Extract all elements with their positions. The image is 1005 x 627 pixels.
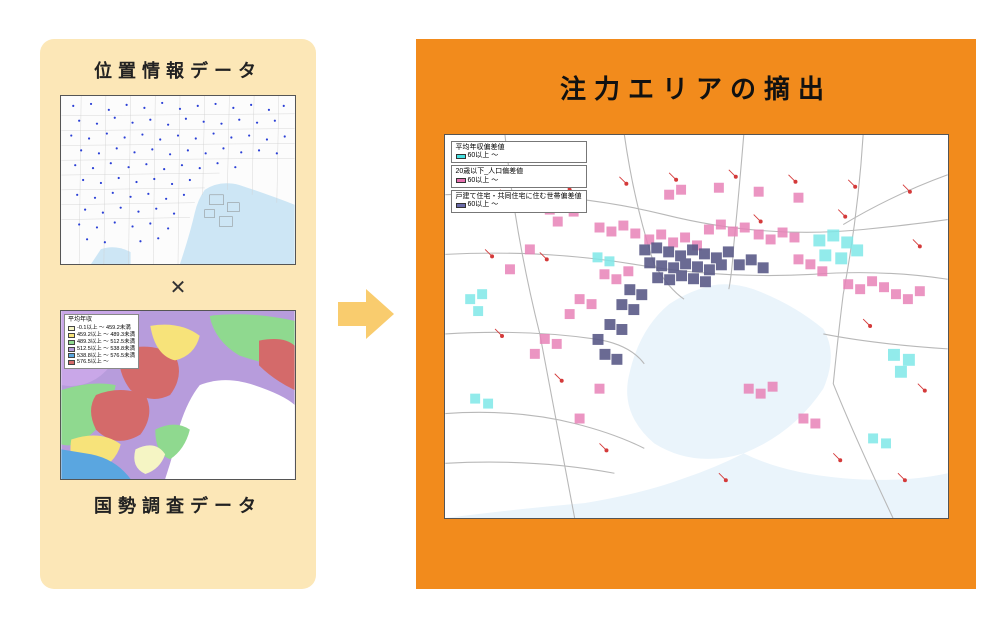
location-data-title: 位置情報データ <box>94 57 262 83</box>
focus-legend-item: 20歳以下_人口偏差値 60以上 ～ <box>451 165 587 188</box>
swatch <box>68 360 75 365</box>
location-data-map <box>60 95 296 265</box>
swatch <box>456 203 466 208</box>
census-legend: 平均年収 -0.1以上 ～ 459.2未満 459.2以上 ～ 489.3未満 … <box>64 314 139 370</box>
focus-legend-item: 平均年収偏差値 60以上 ～ <box>451 141 587 164</box>
focus-legend-item: 戸建て住宅・共同住宅に住む世帯偏差値 60以上 ～ <box>451 190 587 213</box>
location-map-svg <box>61 96 295 264</box>
swatch <box>68 347 75 352</box>
diagram-container: 位置情報データ <box>40 30 965 597</box>
legend-layer-title: 20歳以下_人口偏差値 <box>456 168 582 176</box>
legend-threshold: 60以上 ～ <box>468 177 499 185</box>
census-legend-row: -0.1以上 ～ 459.2未満 <box>68 325 135 332</box>
output-title: 注力エリアの摘出 <box>560 69 832 106</box>
legend-threshold: 60以上 ～ <box>468 152 499 160</box>
legend-label: -0.1以上 ～ 459.2未満 <box>77 325 131 332</box>
census-data-map: 平均年収 -0.1以上 ～ 459.2未満 459.2以上 ～ 489.3未満 … <box>60 310 296 480</box>
swatch <box>456 178 466 183</box>
legend-label: 489.3以上 ～ 512.5未満 <box>77 339 135 346</box>
census-legend-row: 576.5以上 ～ <box>68 359 135 366</box>
census-data-title: 国勢調査データ <box>94 492 262 518</box>
focus-area-map: 平均年収偏差値 60以上 ～ 20歳以下_人口偏差値 60以上 ～ 戸建て住宅・… <box>444 134 949 519</box>
swatch <box>68 353 75 358</box>
census-legend-row: 459.2以上 ～ 489.3未満 <box>68 332 135 339</box>
swatch <box>456 154 466 159</box>
swatch <box>68 340 75 345</box>
arrow-wrap <box>336 284 396 344</box>
swatch <box>68 326 75 331</box>
legend-label: 512.5以上 ～ 538.8未満 <box>77 346 135 353</box>
legend-label: 576.5以上 ～ <box>77 359 109 366</box>
legend-threshold: 60以上 ～ <box>468 201 499 209</box>
census-legend-row: 489.3以上 ～ 512.5未満 <box>68 339 135 346</box>
arrow-right-icon <box>336 284 396 344</box>
output-panel: 注力エリアの摘出 平均年収偏差値 60以上 ～ 20歳以下_人口偏差値 60以上… <box>416 39 976 589</box>
legend-layer-title: 平均年収偏差値 <box>456 144 582 152</box>
inputs-panel: 位置情報データ <box>40 39 316 589</box>
legend-label: 459.2以上 ～ 489.3未満 <box>77 332 135 339</box>
swatch <box>68 333 75 338</box>
census-legend-title: 平均年収 <box>68 317 135 325</box>
census-legend-row: 512.5以上 ～ 538.8未満 <box>68 346 135 353</box>
multiply-symbol: ✕ <box>170 275 187 300</box>
focus-legend: 平均年収偏差値 60以上 ～ 20歳以下_人口偏差値 60以上 ～ 戸建て住宅・… <box>451 141 587 213</box>
